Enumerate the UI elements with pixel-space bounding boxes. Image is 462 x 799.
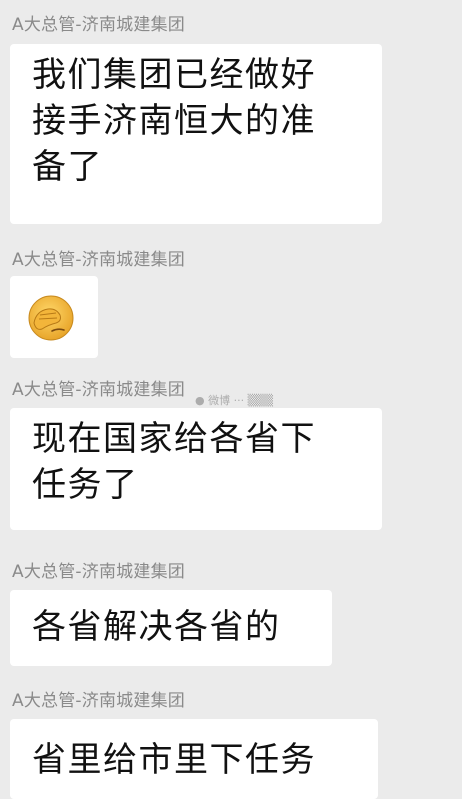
emoji-message-bubble[interactable] bbox=[10, 276, 98, 358]
message-bubble[interactable]: 各省解决各省的 bbox=[10, 590, 332, 666]
message-bubble[interactable]: 我们集团已经做好 接手济南恒大的准 备了 bbox=[10, 44, 382, 224]
message-bubble[interactable]: 省里给市里下任务 bbox=[10, 719, 378, 799]
sender-name: A大总管-济南城建集团 bbox=[12, 250, 185, 270]
sender-name: A大总管-济南城建集团 bbox=[12, 562, 185, 582]
sender-name: A大总管-济南城建集团 bbox=[12, 380, 185, 400]
message-text-line: 任务了 bbox=[32, 465, 139, 505]
message-text-line: 我们集团已经做好 bbox=[32, 55, 316, 95]
message-text-line: 接手济南恒大的准 bbox=[32, 101, 316, 141]
facepalm-emoji-icon bbox=[28, 295, 74, 341]
message-text-line: 现在国家给各省下 bbox=[32, 419, 316, 459]
sender-name: A大总管-济南城建集团 bbox=[12, 691, 185, 711]
sender-name: A大总管-济南城建集团 bbox=[12, 15, 185, 35]
message-text-line: 各省解决各省的 bbox=[32, 607, 281, 647]
message-text-line: 省里给市里下任务 bbox=[32, 740, 316, 780]
watermark-logo: ● 微博 ··· ▒▒▒ bbox=[195, 394, 273, 407]
message-bubble[interactable]: 现在国家给各省下 任务了 bbox=[10, 408, 382, 530]
chat-log: A大总管-济南城建集团 我们集团已经做好 接手济南恒大的准 备了 A大总管-济南… bbox=[0, 0, 462, 799]
message-text-line: 备了 bbox=[32, 147, 103, 187]
